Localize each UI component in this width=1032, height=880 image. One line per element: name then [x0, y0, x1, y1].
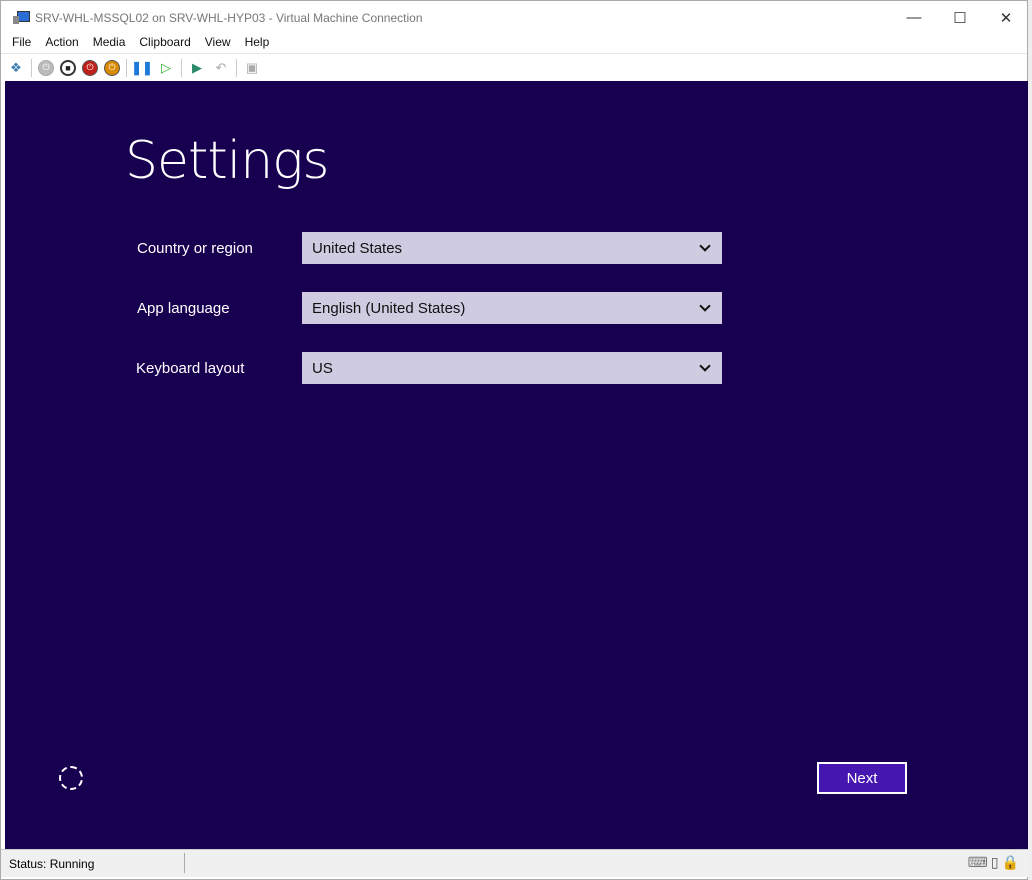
title-bar: SRV-WHL-MSSQL02 on SRV-WHL-HYP03 - Virtu…: [1, 1, 1027, 35]
country-value: United States: [312, 239, 403, 257]
mouse-icon: ▯: [990, 854, 999, 870]
country-dropdown[interactable]: United States: [302, 232, 722, 264]
next-button[interactable]: Next: [817, 762, 907, 794]
keyboard-label: Keyboard layout: [136, 359, 245, 377]
menu-file[interactable]: File: [12, 35, 31, 53]
toolbar: ❖ ⏻ ■ ⏻ ⏻ ❚❚ ▷ ▶ ↶ ▣: [1, 53, 1027, 81]
menu-media[interactable]: Media: [93, 35, 126, 53]
language-dropdown[interactable]: English (United States): [302, 292, 722, 324]
window-title: SRV-WHL-MSSQL02 on SRV-WHL-HYP03 - Virtu…: [35, 11, 423, 25]
vm-connection-window: SRV-WHL-MSSQL02 on SRV-WHL-HYP03 - Virtu…: [0, 0, 1029, 880]
chevron-down-icon: [699, 300, 711, 312]
toolbar-separator: [236, 58, 237, 77]
keyboard-dropdown[interactable]: US: [302, 352, 722, 384]
vm-screen[interactable]: Settings Country or region United States…: [5, 81, 1029, 849]
status-divider: [184, 853, 185, 873]
keyboard-row: Keyboard layout US: [136, 352, 722, 384]
toolbar-separator: [126, 58, 127, 77]
minimize-button[interactable]: —: [891, 9, 937, 26]
menu-help[interactable]: Help: [245, 35, 270, 53]
language-value: English (United States): [312, 299, 466, 317]
background-window-edge: [1028, 0, 1032, 880]
start-icon[interactable]: ⏻: [38, 59, 54, 76]
chevron-down-icon: [699, 240, 711, 252]
menu-action[interactable]: Action: [45, 35, 78, 53]
maximize-button[interactable]: ☐: [937, 9, 983, 27]
language-row: App language English (United States): [137, 292, 722, 324]
close-button[interactable]: ✕: [983, 9, 1029, 27]
power-icon[interactable]: ⏻: [104, 59, 120, 76]
keyboard-icon: ⌨: [967, 854, 988, 870]
chevron-down-icon: [699, 360, 711, 372]
country-label: Country or region: [137, 239, 253, 257]
menu-view[interactable]: View: [205, 35, 231, 53]
vm-connection-icon: [13, 11, 30, 25]
toolbar-separator: [181, 58, 182, 77]
toolbar-separator: [31, 58, 32, 77]
menu-bar: File Action Media Clipboard View Help: [1, 35, 1027, 53]
status-bar: Status: Running ⌨ ▯ 🔒: [1, 849, 1029, 877]
page-title: Settings: [125, 131, 329, 191]
turn-off-icon[interactable]: ■: [60, 59, 76, 76]
ctrl-alt-del-icon[interactable]: ❖: [7, 59, 25, 77]
status-text: Status: Running: [9, 856, 95, 871]
pause-icon[interactable]: ❚❚: [131, 59, 153, 77]
country-row: Country or region United States: [137, 232, 722, 264]
checkpoint-icon[interactable]: ▶: [188, 59, 206, 77]
resume-icon[interactable]: ▷: [157, 59, 175, 77]
menu-clipboard[interactable]: Clipboard: [139, 35, 190, 53]
revert-icon[interactable]: ↶: [212, 59, 230, 77]
language-label: App language: [137, 299, 230, 317]
shutdown-icon[interactable]: ⏻: [82, 59, 98, 76]
lock-icon: 🔒: [1001, 854, 1019, 870]
enhanced-session-icon[interactable]: ▣: [243, 59, 261, 77]
ease-of-access-icon[interactable]: [59, 766, 83, 790]
keyboard-value: US: [312, 359, 333, 377]
